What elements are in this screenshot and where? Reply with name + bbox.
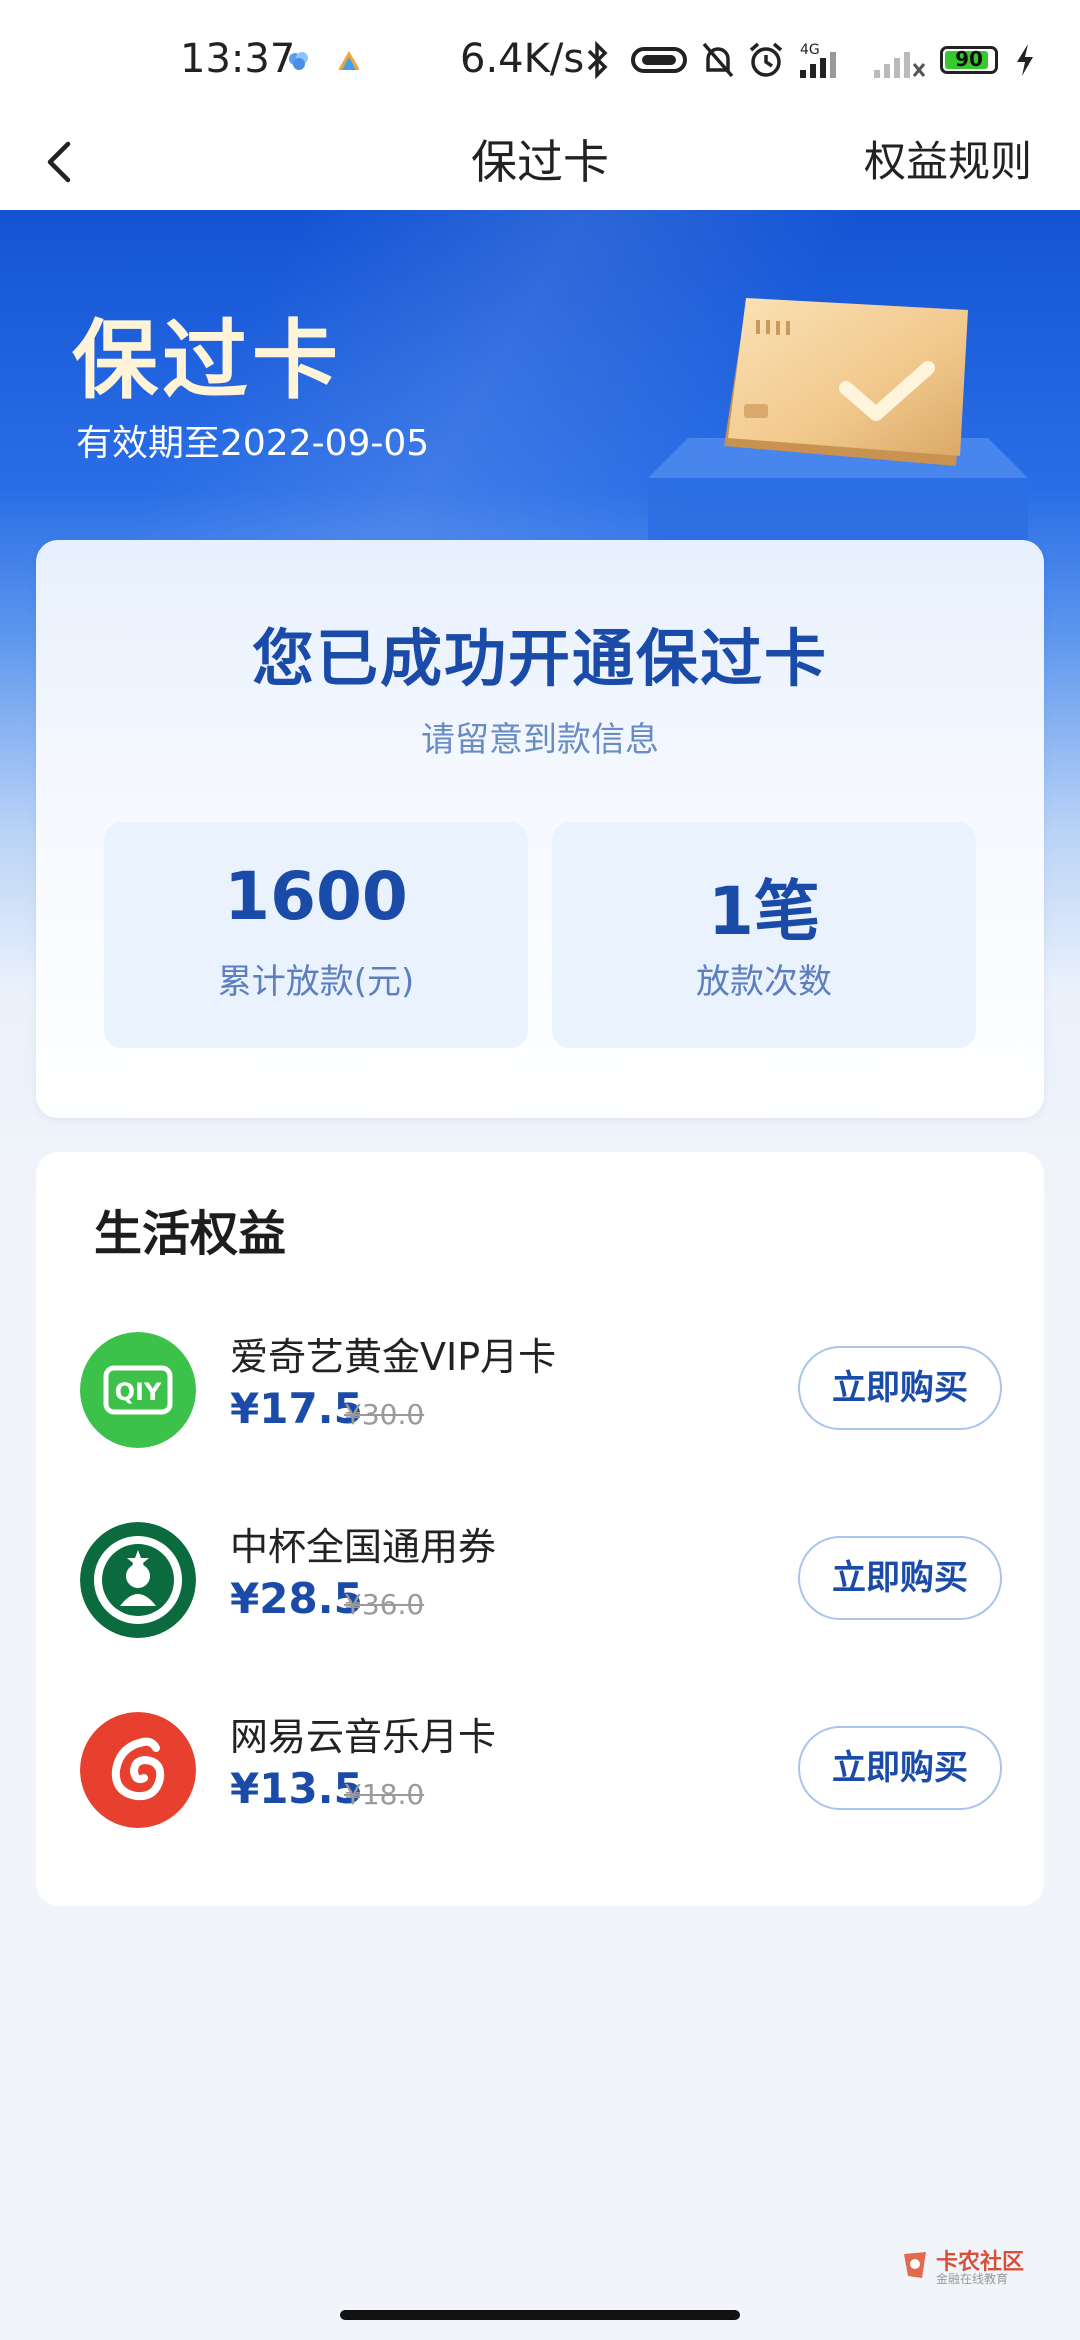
buy-now-button[interactable]: 立即购买 xyxy=(798,1726,1002,1810)
card-illustration xyxy=(724,298,968,466)
benefit-original-price: ¥30.0 xyxy=(344,1398,425,1431)
life-benefits-section: 生活权益 QIY 爱奇艺黄金VIP月卡 ¥17.5 ¥30.0 立即购买 中杯全… xyxy=(36,1152,1044,1906)
benefit-price: ¥13.5 xyxy=(230,1764,363,1813)
benefit-name: 爱奇艺黄金VIP月卡 xyxy=(230,1335,557,1379)
battery-text: 90 xyxy=(955,47,983,71)
success-subtitle: 请留意到款信息 xyxy=(421,720,659,760)
watermark: 卡农社区 金融在线教育 xyxy=(900,2244,1030,2288)
battery-icon: 90 xyxy=(940,46,998,74)
watermark-logo-icon xyxy=(904,2252,926,2278)
mute-bell-icon xyxy=(702,42,734,78)
hero-banner: 保过卡 有效期至2022-09-05 您已成功开通保过卡 请留意到款信息 160… xyxy=(0,210,1080,1210)
alarm-icon xyxy=(749,42,783,77)
stat-label: 放款次数 xyxy=(696,962,832,1002)
buy-now-button[interactable]: 立即购买 xyxy=(798,1346,1002,1430)
benefit-item-starbucks: 中杯全国通用券 ¥28.5 ¥36.0 立即购买 xyxy=(36,1512,1044,1652)
charging-icon xyxy=(1017,44,1033,76)
success-title: 您已成功开通保过卡 xyxy=(251,622,828,695)
benefit-price: ¥17.5 xyxy=(230,1384,363,1433)
expiry-date: 有效期至2022-09-05 xyxy=(76,423,430,464)
network-speed: 6.4K/s xyxy=(460,36,585,82)
svg-text:QIY: QIY xyxy=(115,1378,162,1406)
stat-label: 累计放款(元) xyxy=(217,962,415,1002)
hero-title: 保过卡 xyxy=(72,311,342,411)
nav-bar: 保过卡 权益规则 xyxy=(0,112,1080,210)
vibrate-icon xyxy=(631,47,687,73)
back-arrow-icon[interactable] xyxy=(36,132,86,192)
benefit-original-price: ¥36.0 xyxy=(344,1588,425,1621)
benefit-name: 中杯全国通用券 xyxy=(230,1525,497,1569)
status-bar: 13:37 6.4K/s 4G 90 xyxy=(0,0,1080,112)
buy-now-button[interactable]: 立即购买 xyxy=(798,1536,1002,1620)
svg-text:4G: 4G xyxy=(800,42,820,58)
benefit-original-price: ¥18.0 xyxy=(344,1778,425,1811)
stat-total-loan: 1600 累计放款(元) xyxy=(104,822,528,1048)
starbucks-logo-icon xyxy=(80,1522,196,1638)
bluetooth-icon xyxy=(587,40,608,80)
signal-empty-icon xyxy=(874,52,926,78)
benefit-price: ¥28.5 xyxy=(230,1574,363,1623)
benefit-item-netease-music: 网易云音乐月卡 ¥13.5 ¥18.0 立即购买 xyxy=(36,1702,1044,1842)
signal-4g-icon: 4G xyxy=(800,42,836,78)
status-time: 13:37 xyxy=(180,36,296,82)
success-card: 您已成功开通保过卡 请留意到款信息 1600 累计放款(元) 1笔 放款次数 xyxy=(36,540,1044,1118)
stat-loan-count: 1笔 放款次数 xyxy=(552,822,976,1048)
stat-value: 1笔 xyxy=(708,873,820,950)
section-title: 生活权益 xyxy=(94,1206,287,1262)
home-indicator[interactable] xyxy=(340,2310,740,2320)
triangle-app-icon xyxy=(338,51,360,70)
netease-music-logo-icon xyxy=(80,1712,196,1828)
cloud-app-icon xyxy=(289,52,308,70)
iqiyi-logo-icon: QIY xyxy=(80,1332,196,1448)
stat-value: 1600 xyxy=(224,858,408,935)
rules-link[interactable]: 权益规则 xyxy=(864,128,1032,189)
watermark-subtext: 金融在线教育 xyxy=(936,2272,1009,2286)
benefit-item-iqiyi: QIY 爱奇艺黄金VIP月卡 ¥17.5 ¥30.0 立即购买 xyxy=(36,1322,1044,1462)
benefit-name: 网易云音乐月卡 xyxy=(230,1715,497,1759)
